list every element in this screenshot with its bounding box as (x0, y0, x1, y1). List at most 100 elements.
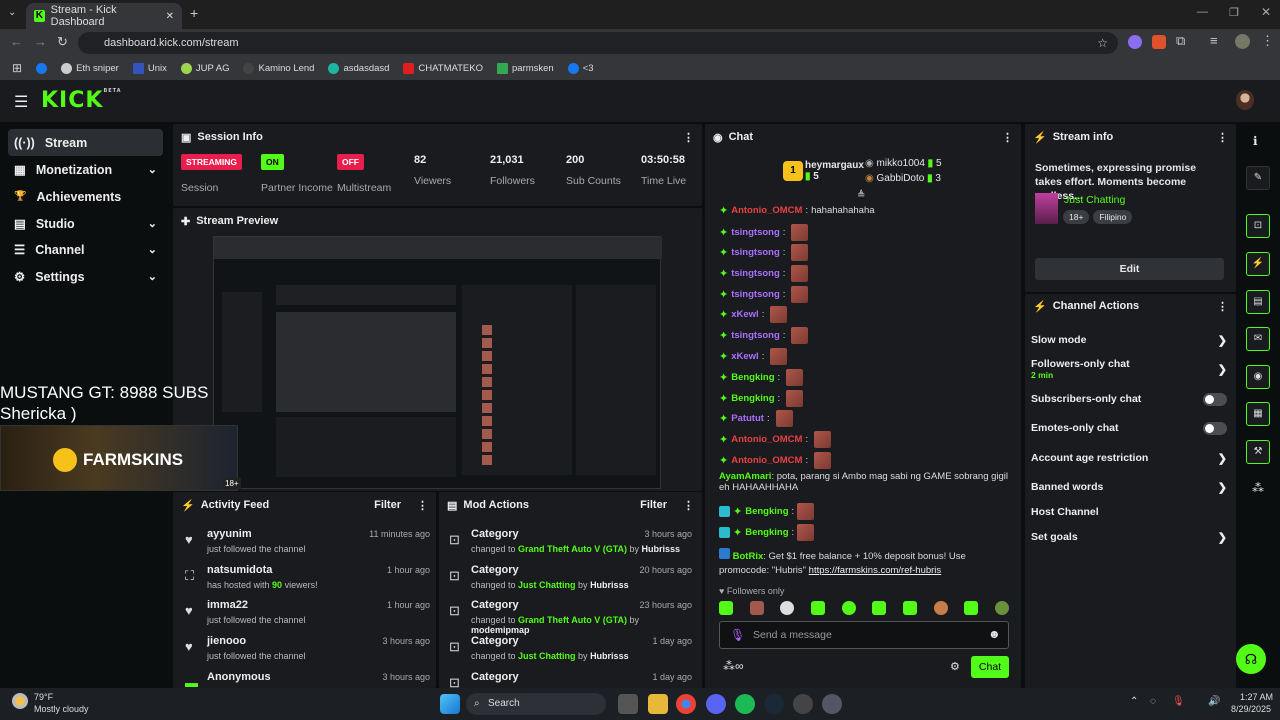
weather-desc[interactable]: Mostly cloudy (34, 704, 89, 714)
network-icon[interactable]: ◌ (1150, 696, 1156, 707)
category-name[interactable]: Just Chatting (1064, 194, 1125, 206)
chat-username[interactable]: Patutut (731, 413, 764, 424)
more-options-icon[interactable]: ⋮ (1217, 131, 1228, 144)
action-emotes-only[interactable]: Emotes-only chat (1031, 422, 1227, 435)
clock-time[interactable]: 1:27 AM (1240, 692, 1273, 702)
extensions-puzzle-icon[interactable]: ⧉ (1176, 33, 1185, 49)
chat-username[interactable]: Bengking (731, 372, 774, 383)
more-options-icon[interactable]: ⋮ (683, 131, 694, 144)
bookmark[interactable]: asdasdasd (328, 62, 389, 74)
hamburger-menu-icon[interactable]: ☰ (14, 92, 28, 112)
more-options-icon[interactable]: ⋮ (1217, 300, 1228, 313)
info-icon[interactable]: ℹ (1253, 134, 1258, 148)
emote-button[interactable] (933, 601, 948, 615)
bookmark[interactable]: Unix (132, 62, 167, 74)
kick-logo[interactable]: KICKBETA (41, 88, 122, 113)
sidebar-item-settings[interactable]: ⚙ Settings ⌄ (8, 263, 163, 290)
chat-input[interactable]: 🎙 Send a message ☻ (719, 621, 1009, 649)
taskbar-search[interactable]: Search ⌕ (466, 693, 606, 715)
sidebar-item-achievements[interactable]: 🏆 Achievements (8, 183, 163, 210)
rail-button[interactable]: ▦ (1246, 402, 1270, 426)
discord-icon[interactable] (706, 694, 726, 714)
filter-button[interactable]: Filter (640, 499, 667, 511)
bookmark[interactable]: Kamino Lend (243, 62, 314, 74)
emote-button[interactable] (810, 601, 825, 615)
emote-button[interactable] (719, 601, 733, 615)
emoji-icon[interactable]: ☻ (988, 627, 1001, 641)
chat-username[interactable]: Antonio_OMCM (731, 455, 802, 466)
chrome-icon[interactable] (676, 694, 696, 714)
tray-chevron-icon[interactable]: ⌃ (1130, 696, 1138, 707)
minimize-icon[interactable]: — (1197, 6, 1208, 18)
user-avatar[interactable] (1236, 90, 1254, 110)
chat-username[interactable]: Antonio_OMCM (731, 205, 802, 216)
action-host-channel[interactable]: Host Channel (1031, 506, 1227, 518)
support-button[interactable]: ☊ (1236, 644, 1266, 674)
steam-icon[interactable] (764, 694, 784, 714)
sidebar-item-stream[interactable]: ((·)) Stream (8, 129, 163, 156)
new-tab-icon[interactable]: + (190, 5, 198, 21)
volume-icon[interactable]: 🔊 (1208, 696, 1220, 707)
weather-temp[interactable]: 79°F (34, 692, 53, 702)
action-slow-mode[interactable]: Slow mode ❯ (1031, 334, 1227, 347)
emote-button[interactable] (841, 601, 856, 615)
bookmark[interactable]: JUP AG (180, 62, 229, 74)
profile-avatar[interactable] (1235, 34, 1250, 49)
send-chat-button[interactable]: Chat (971, 656, 1009, 678)
chat-username[interactable]: Antonio_OMCM (731, 434, 802, 445)
subscribers-only-toggle[interactable] (1203, 393, 1227, 406)
sidebar-item-monetization[interactable]: ▦ Monetization ⌄ (8, 156, 163, 183)
apps-grid-icon[interactable]: ⊞ (12, 61, 22, 75)
bookmark[interactable]: CHATMATEKO (403, 62, 483, 74)
start-windows-icon[interactable] (440, 694, 460, 714)
bookmark[interactable] (36, 62, 48, 74)
chat-username[interactable]: tsingtsong (731, 289, 780, 300)
more-options-icon[interactable]: ⋮ (417, 499, 428, 512)
chat-username[interactable]: tsingtsong (731, 330, 780, 341)
action-followers-only[interactable]: Followers-only chat 2 min ❯ (1031, 358, 1227, 380)
action-set-goals[interactable]: Set goals ❯ (1031, 531, 1227, 544)
emotes-only-toggle[interactable] (1203, 422, 1227, 435)
stream-video[interactable] (213, 236, 662, 489)
action-account-age[interactable]: Account age restriction ❯ (1031, 452, 1227, 465)
maximize-icon[interactable]: ❐ (1229, 6, 1239, 19)
mic-icon[interactable]: 🎙 (730, 628, 745, 642)
pin-icon[interactable]: ≜ (857, 190, 865, 201)
chat-username[interactable]: tsingtsong (731, 247, 780, 258)
rail-button[interactable]: ▤ (1246, 290, 1270, 314)
close-tab-icon[interactable]: ✕ (166, 11, 174, 22)
promo-link[interactable]: https://farmskins.com/ref-hubris (809, 565, 942, 576)
rail-button[interactable]: ✉ (1246, 327, 1270, 351)
chat-username[interactable]: xKewl (731, 351, 758, 362)
mic-tray-icon[interactable]: 🎙 (1172, 696, 1185, 707)
url-input[interactable]: dashboard.kick.com/stream ☆ (78, 32, 1118, 54)
emote-button[interactable] (964, 601, 979, 615)
clock-date[interactable]: 8/29/2025 (1231, 704, 1271, 714)
sidebar-item-studio[interactable]: ▤ Studio ⌄ (8, 210, 163, 237)
more-options-icon[interactable]: ⋮ (1002, 131, 1013, 144)
rail-button[interactable]: ◉ (1246, 365, 1270, 389)
sidebar-item-channel[interactable]: ☰ Channel ⌄ (8, 236, 163, 263)
chat-username[interactable]: xKewl (731, 309, 758, 320)
spotify-icon[interactable] (735, 694, 755, 714)
browser-tab[interactable]: K Stream - Kick Dashboard ✕ (26, 3, 182, 29)
sponsor-banner[interactable]: FARMSKINS 18+ (0, 425, 241, 491)
chat-settings-icon[interactable]: ⚙ (950, 660, 960, 673)
tab-search-icon[interactable]: ⌄ (8, 7, 16, 18)
rail-button[interactable]: ⊡ (1246, 214, 1270, 238)
close-window-icon[interactable]: ✕ (1261, 5, 1271, 19)
app-icon[interactable] (793, 694, 813, 714)
bookmark[interactable]: Eth sniper (61, 62, 119, 74)
chat-username[interactable]: Bengking (731, 393, 774, 404)
chat-username[interactable]: tsingtsong (731, 268, 780, 279)
emote-button[interactable] (780, 601, 795, 615)
file-explorer-icon[interactable] (648, 694, 668, 714)
kick-points-rail-icon[interactable]: ⁂ (1252, 481, 1264, 495)
chat-username[interactable]: tsingtsong (731, 227, 780, 238)
action-banned-words[interactable]: Banned words ❯ (1031, 481, 1227, 494)
kick-points-icon[interactable]: ⁂∞ (723, 659, 744, 673)
bookmark[interactable]: <3 (567, 62, 594, 74)
settings-app-icon[interactable] (822, 694, 842, 714)
extension-icon[interactable] (1128, 35, 1142, 49)
emote-button[interactable] (872, 601, 887, 615)
